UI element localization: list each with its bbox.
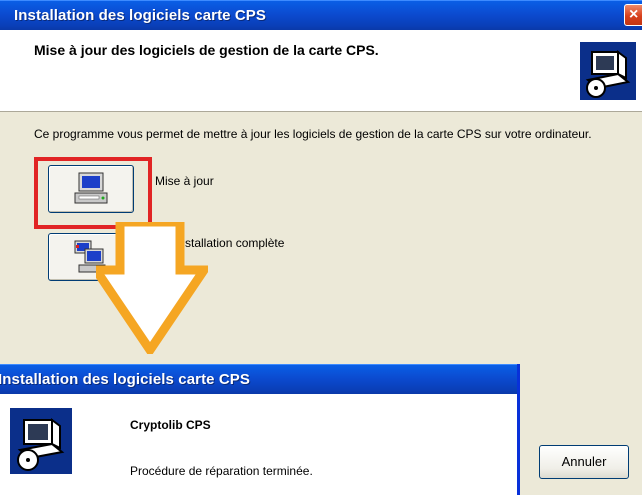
cancel-button[interactable]: Annuler: [539, 445, 629, 479]
title-bar[interactable]: Installation des logiciels carte CPS ×: [0, 0, 642, 30]
header-title: Mise à jour des logiciels de gestion de …: [34, 42, 379, 58]
dialog-title-bar[interactable]: Installation des logiciels carte CPS: [0, 364, 517, 394]
computer-cd-icon: [580, 42, 636, 100]
dialog-body: Cryptolib CPS Procédure de réparation te…: [0, 394, 517, 495]
window-title: Installation des logiciels carte CPS: [14, 7, 267, 24]
close-button[interactable]: ×: [624, 4, 642, 26]
arrow-down-icon: [96, 222, 208, 354]
description-text: Ce programme vous permet de mettre à jou…: [34, 127, 592, 141]
completion-message: Procédure de réparation terminée.: [130, 464, 313, 478]
computer-cd-icon: [10, 408, 72, 474]
completion-dialog: Installation des logiciels carte CPS Cry…: [0, 364, 520, 495]
header-band: Mise à jour des logiciels de gestion de …: [0, 30, 642, 112]
product-name: Cryptolib CPS: [130, 418, 211, 432]
close-icon: ×: [629, 6, 639, 23]
highlight-box: [34, 157, 152, 229]
update-option-label: Mise à jour: [155, 174, 214, 188]
dialog-title: Installation des logiciels carte CPS: [0, 371, 251, 388]
